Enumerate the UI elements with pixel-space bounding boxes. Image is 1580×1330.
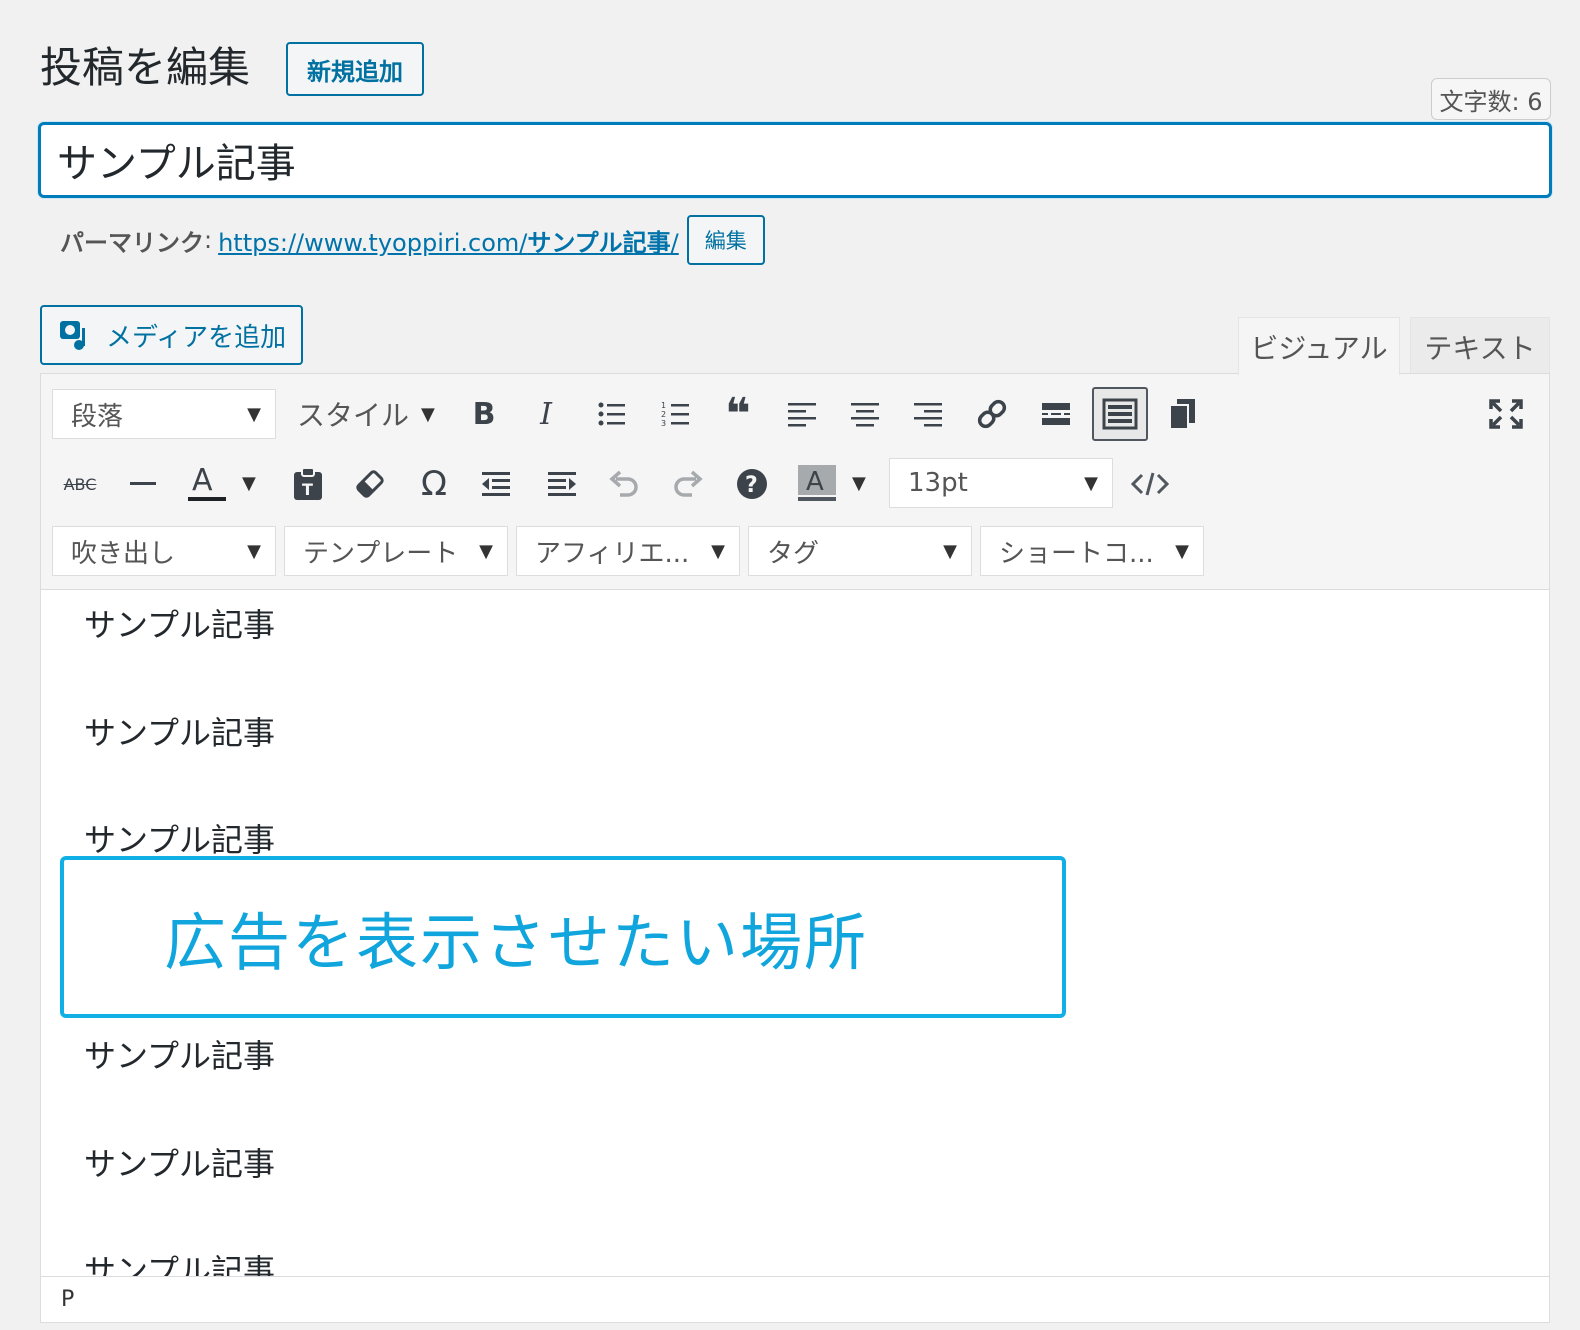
align-right-icon[interactable] — [902, 388, 954, 440]
code-icon[interactable] — [1124, 458, 1176, 510]
italic-icon[interactable]: I — [520, 388, 572, 440]
post-title-input[interactable]: サンプル記事 — [38, 122, 1552, 198]
svg-text:T: T — [302, 480, 313, 499]
tag-select-label: タグ — [767, 538, 820, 569]
permalink-separator: : — [204, 226, 213, 254]
background-color-icon[interactable]: A — [790, 458, 842, 510]
affiliate-select[interactable]: アフィリエ... ▼ — [516, 526, 740, 576]
outdent-icon[interactable] — [470, 458, 522, 510]
format-select[interactable]: 段落 ▼ — [52, 389, 276, 439]
horizontal-line-icon[interactable] — [117, 458, 169, 510]
paste-text-icon[interactable]: T — [282, 458, 334, 510]
undo-icon[interactable] — [598, 458, 650, 510]
font-size-select[interactable]: 13pt ▼ — [889, 458, 1113, 508]
content-paragraph[interactable]: サンプル記事 — [84, 1246, 275, 1276]
add-new-button[interactable]: 新規追加 — [286, 42, 424, 96]
copy-icon[interactable] — [1156, 388, 1208, 440]
chevron-down-icon: ▼ — [943, 540, 957, 562]
fullscreen-icon[interactable] — [1480, 388, 1532, 440]
permalink-row: パーマリンク : https://www.tyoppiri.com/サンプル記事… — [60, 215, 765, 265]
clear-formatting-icon[interactable] — [344, 458, 396, 510]
help-icon[interactable]: ? — [726, 458, 778, 510]
permalink-trailing-slash[interactable]: / — [671, 229, 679, 257]
chevron-down-icon: ▼ — [247, 540, 261, 562]
bullet-list-icon[interactable] — [586, 388, 638, 440]
indent-icon[interactable] — [536, 458, 588, 510]
shortcode-select[interactable]: ショートコ... ▼ — [980, 526, 1204, 576]
svg-text:?: ? — [745, 473, 758, 498]
content-paragraph[interactable]: サンプル記事 — [84, 815, 275, 861]
styles-label: スタイル — [297, 399, 410, 432]
content-paragraph[interactable]: サンプル記事 — [84, 600, 275, 646]
chevron-down-icon: ▼ — [1175, 540, 1189, 562]
format-select-value: 段落 — [71, 401, 124, 432]
redo-icon[interactable] — [662, 458, 714, 510]
svg-text:2: 2 — [661, 410, 666, 419]
shortcode-select-label: ショートコ... — [999, 538, 1154, 569]
align-left-icon[interactable] — [776, 388, 828, 440]
strikethrough-icon[interactable]: ABC — [54, 458, 106, 510]
chevron-down-icon: ▼ — [479, 540, 493, 562]
template-select-label: テンプレート — [303, 538, 459, 569]
chevron-down-icon[interactable]: ▼ — [852, 473, 866, 494]
editor-statusbar: P — [41, 1276, 1549, 1322]
tag-select[interactable]: タグ ▼ — [748, 526, 972, 576]
balloon-select[interactable]: 吹き出し ▼ — [52, 526, 276, 576]
media-icon — [60, 321, 85, 350]
permalink-link[interactable]: https://www.tyoppiri.com/サンプル記事/ — [218, 223, 679, 258]
ad-placement-callout: 広告を表示させたい場所 — [60, 856, 1066, 1018]
numbered-list-icon[interactable]: 123 — [650, 388, 702, 440]
styles-dropdown[interactable]: スタイル ▼ — [297, 389, 435, 439]
link-icon[interactable] — [966, 388, 1018, 440]
blockquote-icon[interactable]: ❝ — [712, 388, 764, 440]
font-size-value: 13pt — [908, 468, 968, 498]
svg-text:A: A — [806, 467, 824, 497]
content-paragraph[interactable]: サンプル記事 — [84, 1031, 275, 1077]
chevron-down-icon: ▼ — [247, 403, 261, 425]
character-count: 文字数: 6 — [1431, 78, 1551, 120]
permalink-slug[interactable]: サンプル記事 — [527, 229, 670, 257]
svg-text:1: 1 — [661, 401, 666, 410]
affiliate-select-label: アフィリエ... — [535, 538, 690, 569]
tab-text[interactable]: テキスト — [1410, 317, 1550, 375]
read-more-icon[interactable] — [1030, 388, 1082, 440]
special-character-icon[interactable]: Ω — [408, 458, 460, 510]
balloon-select-label: 吹き出し — [71, 538, 176, 569]
tab-visual[interactable]: ビジュアル — [1238, 317, 1400, 375]
chevron-down-icon: ▼ — [421, 403, 435, 425]
chevron-down-icon[interactable]: ▼ — [242, 473, 256, 494]
content-paragraph[interactable]: サンプル記事 — [84, 1139, 275, 1185]
svg-text:3: 3 — [661, 419, 666, 428]
add-media-button[interactable]: メディアを追加 — [40, 305, 303, 365]
text-color-icon[interactable]: A — [180, 458, 232, 510]
toolbar-toggle-icon[interactable] — [1092, 387, 1148, 441]
permalink-base-url[interactable]: https://www.tyoppiri.com/ — [218, 229, 527, 257]
element-path[interactable]: P — [61, 1287, 74, 1312]
chevron-down-icon: ▼ — [1084, 472, 1098, 494]
permalink-edit-button[interactable]: 編集 — [686, 215, 765, 265]
content-paragraph[interactable]: サンプル記事 — [84, 708, 275, 754]
chevron-down-icon: ▼ — [711, 540, 725, 562]
template-select[interactable]: テンプレート ▼ — [284, 526, 508, 576]
bold-icon[interactable]: B — [458, 388, 510, 440]
permalink-label: パーマリンク — [60, 228, 204, 257]
add-media-label: メディアを追加 — [106, 322, 287, 353]
align-center-icon[interactable] — [839, 388, 891, 440]
svg-text:A: A — [192, 464, 213, 498]
page-title: 投稿を編集 — [40, 43, 251, 92]
